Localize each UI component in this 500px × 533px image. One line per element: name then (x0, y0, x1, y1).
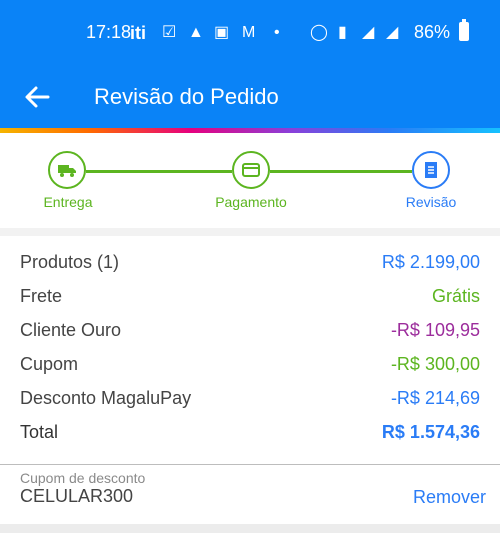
summary-row-cliente-ouro: Cliente Ouro -R$ 109,95 (20, 320, 480, 350)
signal-no-data-icon: ◢ (386, 24, 399, 41)
summary-value: R$ 1.574,36 (381, 422, 480, 442)
summary-label: Produtos (1) (20, 252, 120, 272)
app-bar: Revisão do Pedido (0, 64, 500, 128)
summary-value: Grátis (431, 286, 480, 306)
arrow-left-icon (25, 86, 50, 108)
back-button[interactable] (22, 82, 52, 112)
bottom-spacer (0, 524, 500, 533)
stepper-line (86, 170, 232, 173)
summary-label: Frete (20, 286, 63, 306)
summary-row-frete: Frete Grátis (20, 286, 480, 316)
battery-icon (459, 19, 469, 41)
step-revisao[interactable] (412, 151, 450, 189)
coupon-section: Cupom de desconto CELULAR300 Remover (0, 464, 500, 524)
summary-label: Cupom (20, 354, 79, 374)
summary-row-cupom: Cupom -R$ 300,00 (20, 354, 480, 384)
step-entrega[interactable] (48, 151, 86, 189)
alarm-icon: ◯ (310, 24, 328, 41)
summary-value: -R$ 300,00 (390, 354, 480, 374)
summary-label: Cliente Ouro (20, 320, 122, 340)
checkout-stepper: Entrega Pagamento Revisão (0, 133, 500, 228)
summary-row-desconto-magalupay: Desconto MagaluPay -R$ 214,69 (20, 388, 480, 418)
battery-percent: 86% (414, 22, 451, 42)
summary-label: Total (20, 422, 59, 442)
signal-icon: ◢ (362, 24, 375, 41)
summary-row-total: Total R$ 1.574,36 (20, 422, 480, 452)
gmail-icon: M (242, 24, 256, 41)
status-time: 17:18 (86, 22, 132, 42)
dot-icon: • (274, 24, 280, 41)
notification-icon: ☑ (162, 24, 177, 41)
coupon-label: Cupom de desconto (20, 470, 146, 486)
summary-label: Desconto MagaluPay (20, 388, 192, 408)
order-summary: Produtos (1) R$ 2.199,00 Frete Grátis Cl… (0, 236, 500, 464)
truck-icon (58, 165, 76, 177)
summary-value: -R$ 109,95 (390, 320, 480, 340)
coupon-code: CELULAR300 (20, 486, 134, 506)
shopping-bag-icon: ▣ (214, 24, 230, 41)
fire-icon: ▲ (188, 24, 204, 41)
remove-coupon-button[interactable]: Remover (413, 487, 486, 508)
page-title: Revisão do Pedido (94, 84, 279, 109)
receipt-icon (425, 162, 437, 178)
summary-value: -R$ 214,69 (390, 388, 480, 408)
step-label-pagamento: Pagamento (215, 194, 287, 210)
card-icon (242, 163, 260, 177)
step-label-entrega: Entrega (43, 194, 93, 210)
step-pagamento[interactable] (232, 151, 270, 189)
stepper-line (270, 170, 412, 173)
step-label-revisao: Revisão (405, 194, 457, 210)
status-bar: 17:18 iti ☑ ▲ ▣ M • ◯ ▮ ◢ ◢ 86% (0, 0, 500, 64)
iti-app-icon: iti (130, 23, 146, 43)
summary-value: R$ 2.199,00 (381, 252, 480, 272)
summary-row-produtos: Produtos (1) R$ 2.199,00 (20, 252, 480, 282)
vibrate-icon: ▮ (338, 24, 347, 41)
